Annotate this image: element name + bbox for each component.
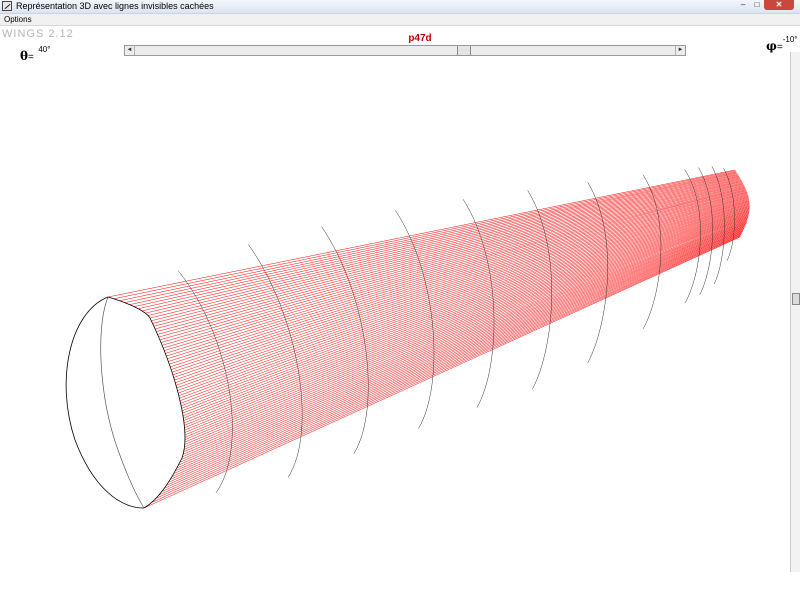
wire-line <box>150 231 743 493</box>
wire-line <box>159 225 746 472</box>
phi-scroll-thumb[interactable] <box>792 293 800 305</box>
menu-bar: Options <box>0 14 800 26</box>
wire-line <box>161 223 747 467</box>
wire-line <box>110 170 736 300</box>
root-section-back-outline <box>107 296 186 509</box>
wire-line <box>122 175 739 316</box>
scroll-right-arrow-icon[interactable]: ► <box>675 46 685 55</box>
wire-line <box>143 184 744 345</box>
wire-line <box>154 190 747 364</box>
wing-3d-view <box>65 166 750 509</box>
app-icon[interactable] <box>2 1 12 11</box>
theta-scrollbar[interactable]: ◄ ► <box>124 45 686 56</box>
theta-scroll-thumb[interactable] <box>457 46 471 55</box>
wire-line <box>114 172 737 306</box>
minimize-button[interactable]: – <box>736 0 750 10</box>
menu-options[interactable]: Options <box>4 14 32 25</box>
wire-line <box>120 174 739 314</box>
phi-equals: = <box>776 42 783 53</box>
app-name: WINGS 2.12 <box>2 28 74 40</box>
phi-scrollbar[interactable] <box>790 52 800 572</box>
profile-name: p47d <box>408 33 432 44</box>
wing-surface-wireframe <box>107 169 750 509</box>
scroll-left-arrow-icon[interactable]: ◄ <box>125 46 135 55</box>
maximize-button[interactable]: □ <box>750 0 764 10</box>
title-bar: Représentation 3D avec lignes invisibles… <box>0 0 800 14</box>
wire-line <box>143 236 741 509</box>
wire-line <box>146 235 741 503</box>
window-title: Représentation 3D avec lignes invisibles… <box>16 1 214 11</box>
wire-line <box>139 183 744 340</box>
theta-value: 40° <box>38 45 51 54</box>
phi-value: -10° <box>782 35 798 44</box>
phi-symbol: φ <box>766 39 777 53</box>
close-button[interactable]: ✕ <box>764 0 794 10</box>
